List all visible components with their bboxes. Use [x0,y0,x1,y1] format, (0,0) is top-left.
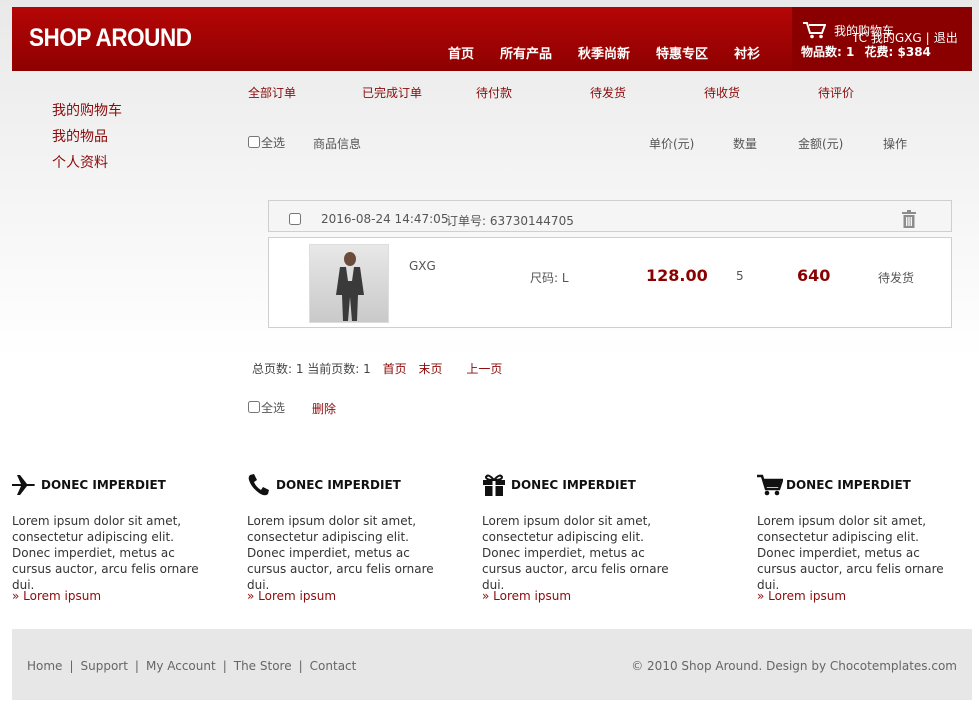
tab-completed[interactable]: 已完成订单 [362,84,422,101]
feature-title: DONEC IMPERDIET [276,478,401,492]
phone-icon [248,474,269,496]
col-product-info: 商品信息 [313,137,362,151]
footer-link-support[interactable]: Support [80,659,127,673]
nav-item-specials[interactable]: 特惠专区 [656,43,708,62]
cart-spend: 花费: $384 [864,45,931,59]
col-quantity: 数量 [733,137,758,151]
bulk-select-all: 全选 [248,399,285,416]
feature-text: Lorem ipsum dolor sit amet, consectetur … [757,514,944,592]
delete-button[interactable]: 删除 [312,400,336,417]
amount-value: 640 [797,266,831,285]
order-number: 订单号: 63730144705 [446,214,574,228]
pager-summary: 总页数: 1 当前页数: 1 [252,362,371,376]
footer-link-contact[interactable]: Contact [310,659,357,673]
feature-link[interactable]: » Lorem ipsum [757,589,846,603]
feature-text: Lorem ipsum dolor sit amet, consectetur … [12,514,199,592]
col-amount: 金额(元) [798,137,844,151]
col-action: 操作 [883,137,908,151]
feature-link[interactable]: » Lorem ipsum [247,589,336,603]
site-logo[interactable]: SHOP AROUND [29,24,192,53]
nav-item-autumn-new[interactable]: 秋季尚新 [578,43,630,62]
logout-link[interactable]: 退出 [934,31,958,45]
order-date: 2016-08-24 14:47:05 [321,212,449,226]
header: SHOP AROUND 首页 所有产品 秋季尚新 特惠专区 衬衫 我的购物车 T… [12,7,972,71]
select-all-checkbox[interactable] [248,136,260,148]
select-all-header: 全选 [248,134,285,151]
sidebar-item-my-items[interactable]: 我的物品 [52,124,122,150]
order-header: 2016-08-24 14:47:05 订单号: 63730144705 [268,200,952,232]
product-image[interactable] [309,244,389,323]
footer-link-my-account[interactable]: My Account [146,659,216,673]
order-checkbox[interactable] [289,213,301,225]
feature-link[interactable]: » Lorem ipsum [12,589,101,603]
feature-title: DONEC IMPERDIET [511,478,636,492]
cart-summary: 我的购物车 TC 我的GXG | 退出 物品数: 1 花费: $384 [792,7,972,71]
copyright: © 2010 Shop Around. Design by Chocotempl… [631,659,957,673]
sidebar-item-my-cart[interactable]: 我的购物车 [52,98,122,124]
tab-to-review[interactable]: 待评价 [818,84,854,101]
tab-unpaid[interactable]: 待付款 [476,84,512,101]
footer-nav: Home | Support | My Account | The Store | Contac… [27,659,357,673]
product-size: 尺码: L [530,271,569,285]
feature-text: Lorem ipsum dolor sit amet, consectetur … [482,514,669,592]
sidebar: 我的购物车 我的物品 个人资料 [52,98,122,176]
airplane-icon [12,475,35,495]
cart-icon[interactable] [802,21,826,39]
footer-link-the-store[interactable]: The Store [234,659,292,673]
bulk-select-checkbox[interactable] [248,401,260,413]
unit-price: 128.00 [646,266,708,285]
trash-icon[interactable] [901,210,917,228]
tab-all-orders[interactable]: 全部订单 [248,84,296,101]
footer: Home | Support | My Account | The Store | Contac… [12,629,972,700]
bulk-select-label: 全选 [261,401,286,415]
pager-first[interactable]: 首页 [383,362,407,376]
nav-item-all-products[interactable]: 所有产品 [500,43,552,62]
quantity-value: 5 [736,269,744,283]
col-unit-price: 单价(元) [649,137,695,151]
sidebar-item-profile[interactable]: 个人资料 [52,150,122,176]
feature-link[interactable]: » Lorem ipsum [482,589,571,603]
nav-item-home[interactable]: 首页 [448,43,474,62]
cart-icon [757,474,783,496]
order-item-row: GXG 尺码: L 128.00 5 640 待发货 [268,237,952,328]
pager-last[interactable]: 末页 [418,362,442,376]
feature-title: DONEC IMPERDIET [41,478,166,492]
select-all-label: 全选 [261,136,286,150]
cart-info: 物品数: 1 花费: $384 [801,43,937,60]
tab-to-receive[interactable]: 待收货 [704,84,740,101]
pagination: 总页数: 1 当前页数: 1 首页 末页 上一页 [252,360,502,377]
feature-title: DONEC IMPERDIET [786,478,911,492]
main-nav: 首页 所有产品 秋季尚新 特惠专区 衬衫 [448,43,786,62]
item-count: 物品数: 1 [801,45,855,59]
tab-to-ship[interactable]: 待发货 [590,84,626,101]
nav-item-shirts[interactable]: 衬衫 [734,43,760,62]
feature-text: Lorem ipsum dolor sit amet, consectetur … [247,514,434,592]
pager-prev[interactable]: 上一页 [466,362,502,376]
gift-icon [483,474,505,496]
product-name[interactable]: GXG [409,259,436,273]
order-status: 待发货 [878,271,915,285]
footer-link-home[interactable]: Home [27,659,62,673]
